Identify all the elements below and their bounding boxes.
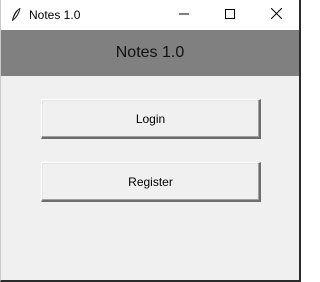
window-title: Notes 1.0 <box>29 8 81 22</box>
maximize-icon <box>225 6 235 24</box>
minimize-icon <box>179 6 189 24</box>
header-title: Notes 1.0 <box>115 44 185 61</box>
minimize-button[interactable] <box>161 0 207 30</box>
maximize-button[interactable] <box>207 0 253 30</box>
register-button[interactable]: Register <box>41 162 261 202</box>
login-button[interactable]: Login <box>41 99 261 139</box>
title-bar[interactable]: Notes 1.0 <box>1 0 299 30</box>
app-window: Notes 1.0 Notes 1.0 Login Register <box>0 0 301 282</box>
feather-icon <box>5 0 27 30</box>
close-icon <box>270 6 282 24</box>
close-button[interactable] <box>253 0 299 30</box>
app-header: Notes 1.0 <box>1 30 299 76</box>
window-controls <box>161 0 299 30</box>
